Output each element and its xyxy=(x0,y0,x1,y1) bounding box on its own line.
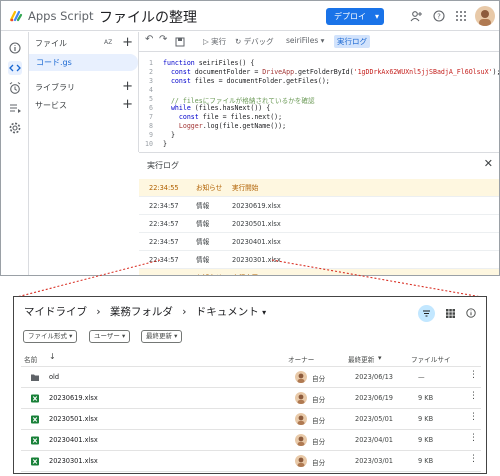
breadcrumb-item-current[interactable]: ドキュメント xyxy=(196,306,259,318)
spreadsheet-icon xyxy=(31,436,39,445)
modified-date: 2023/05/01 xyxy=(355,415,394,423)
sort-arrow-icon[interactable]: ↓ xyxy=(49,352,56,361)
breadcrumb-separator: › xyxy=(182,306,187,318)
column-header-owner[interactable]: オーナー xyxy=(288,354,314,364)
modified-filter-chip[interactable]: 最終更新 ▾ xyxy=(141,330,183,343)
info-icon[interactable] xyxy=(466,308,476,318)
modified-date: 2023/03/01 xyxy=(355,457,394,465)
more-options-icon[interactable]: ⋮ xyxy=(469,454,478,464)
table-row[interactable]: old 自分 2023/06/13 — ⋮ xyxy=(21,367,481,388)
file-size: 9 KB xyxy=(418,457,434,465)
spreadsheet-icon xyxy=(31,415,39,424)
avatar xyxy=(295,434,307,446)
column-header-name[interactable]: 名前 xyxy=(24,354,37,364)
breadcrumb-item[interactable]: 業務フォルダ xyxy=(110,306,173,318)
file-name: 20230501.xlsx xyxy=(49,415,98,423)
table-row[interactable]: 20230619.xlsx 自分 2023/06/19 9 KB ⋮ xyxy=(21,388,481,409)
file-name: old xyxy=(49,373,60,381)
chip-label: ファイル形式 xyxy=(28,332,67,340)
breadcrumb-item[interactable]: マイドライブ xyxy=(24,306,87,318)
filter-button[interactable] xyxy=(418,305,435,322)
file-name: 20230301.xlsx xyxy=(49,457,98,465)
file-size: 9 KB xyxy=(418,436,434,444)
spreadsheet-icon xyxy=(31,394,39,403)
avatar xyxy=(295,455,307,467)
owner: 自分 xyxy=(312,396,326,404)
chevron-down-icon[interactable]: ▾ xyxy=(378,354,382,362)
modified-date: 2023/06/19 xyxy=(355,394,394,402)
spreadsheet-icon xyxy=(31,457,39,466)
column-header-size[interactable]: ファイルサイ xyxy=(411,354,451,364)
file-size: — xyxy=(418,373,425,381)
chevron-down-icon: ▾ xyxy=(121,332,126,340)
avatar xyxy=(295,392,307,404)
more-options-icon[interactable]: ⋮ xyxy=(469,412,478,422)
column-header-modified[interactable]: 最終更新 xyxy=(348,354,374,364)
modified-date: 2023/04/01 xyxy=(355,436,394,444)
owner: 自分 xyxy=(312,417,326,425)
owner: 自分 xyxy=(312,375,326,383)
file-name: 20230401.xlsx xyxy=(49,436,98,444)
more-options-icon[interactable]: ⋮ xyxy=(469,370,478,380)
owner: 自分 xyxy=(312,438,326,446)
people-filter-chip[interactable]: ユーザー ▾ xyxy=(89,330,131,343)
table-row[interactable]: 20230501.xlsx 自分 2023/05/01 9 KB ⋮ xyxy=(21,409,481,430)
folder-icon xyxy=(31,374,39,381)
table-row[interactable]: 20230301.xlsx 自分 2023/03/01 9 KB ⋮ xyxy=(21,451,481,472)
more-options-icon[interactable]: ⋮ xyxy=(469,433,478,443)
breadcrumb: マイドライブ › 業務フォルダ › ドキュメント ▾ xyxy=(24,304,266,319)
breadcrumb-separator: › xyxy=(96,306,101,318)
file-type-filter-chip[interactable]: ファイル形式 ▾ xyxy=(23,330,78,343)
filter-icon xyxy=(423,310,430,317)
grid-view-icon[interactable] xyxy=(446,309,455,318)
more-options-icon[interactable]: ⋮ xyxy=(469,391,478,401)
chip-label: 最終更新 xyxy=(146,332,172,340)
file-size: 9 KB xyxy=(418,394,434,402)
file-name: 20230619.xlsx xyxy=(49,394,98,402)
table-row[interactable]: 20230401.xlsx 自分 2023/04/01 9 KB ⋮ xyxy=(21,430,481,451)
chevron-down-icon[interactable]: ▾ xyxy=(262,308,266,317)
google-drive-folder-view: マイドライブ › 業務フォルダ › ドキュメント ▾ ファイル形式 ▾ ユーザー… xyxy=(13,296,487,474)
owner: 自分 xyxy=(312,459,326,467)
chevron-down-icon: ▾ xyxy=(174,332,178,340)
chevron-down-icon: ▾ xyxy=(69,332,73,340)
file-size: 9 KB xyxy=(418,415,434,423)
avatar xyxy=(295,371,307,383)
modified-date: 2023/06/13 xyxy=(355,373,394,381)
chip-label: ユーザー xyxy=(94,332,120,340)
avatar xyxy=(295,413,307,425)
